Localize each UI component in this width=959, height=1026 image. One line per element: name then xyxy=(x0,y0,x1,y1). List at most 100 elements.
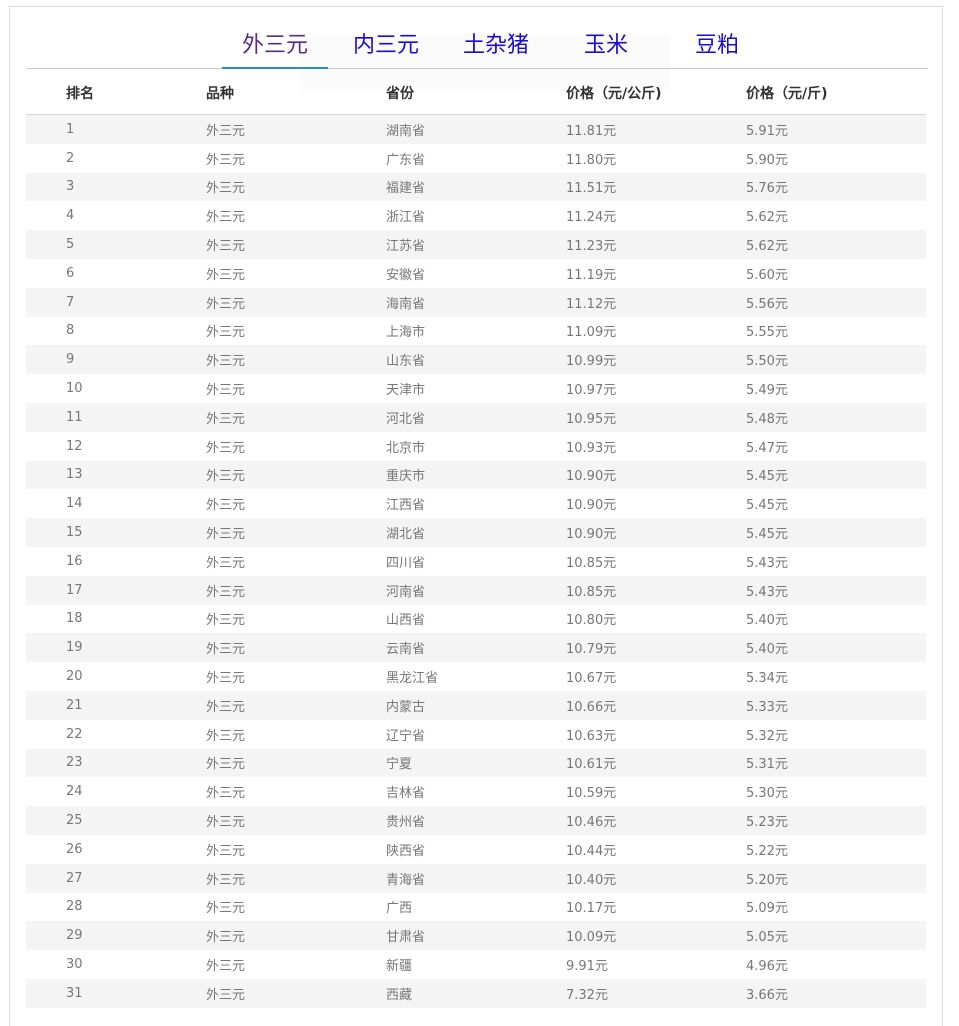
cell-province: 宁夏 xyxy=(386,757,413,773)
tab-wai-san-yuan[interactable]: 外三元 xyxy=(221,28,329,69)
cell-rank: 17 xyxy=(66,582,83,598)
cell-price-kg: 11.80元 xyxy=(566,152,617,168)
table-row: 19 外三元 云南省 10.79元 5.40元 xyxy=(26,633,926,663)
variety-tabs: 外三元 内三元 土杂猪 玉米 豆粕 xyxy=(26,28,928,69)
cell-price-jin: 5.23元 xyxy=(746,815,788,831)
cell-price-kg: 10.66元 xyxy=(566,699,617,715)
cell-price-kg: 10.63元 xyxy=(566,728,617,744)
table-row: 28 外三元 广西 10.17元 5.09元 xyxy=(26,893,926,922)
cell-rank: 23 xyxy=(66,755,83,771)
table-row: 10 外三元 天津市 10.97元 5.49元 xyxy=(26,374,926,403)
cell-variety: 外三元 xyxy=(206,642,246,658)
table-header-row: 排名 品种 省份 价格（元/公斤) 价格（元/斤) xyxy=(26,72,926,115)
cell-price-jin: 5.50元 xyxy=(746,354,788,370)
cell-price-kg: 10.90元 xyxy=(566,527,617,543)
cell-rank: 12 xyxy=(66,438,83,454)
cell-price-jin: 5.09元 xyxy=(746,901,788,917)
cell-province: 西藏 xyxy=(386,987,413,1003)
cell-variety: 外三元 xyxy=(206,987,246,1003)
cell-price-jin: 5.62元 xyxy=(746,239,788,255)
cell-price-jin: 5.55元 xyxy=(746,325,788,341)
cell-province: 甘肃省 xyxy=(386,930,426,946)
cell-variety: 外三元 xyxy=(206,786,246,802)
table-row: 4 外三元 浙江省 11.24元 5.62元 xyxy=(26,201,926,230)
cell-variety: 外三元 xyxy=(206,498,246,514)
table-row: 7 外三元 海南省 11.12元 5.56元 xyxy=(26,287,926,317)
table-row: 20 外三元 黑龙江省 10.67元 5.34元 xyxy=(26,662,926,691)
cell-rank: 13 xyxy=(66,467,83,483)
cell-province: 黑龙江省 xyxy=(386,671,439,687)
cell-price-jin: 5.30元 xyxy=(746,786,788,802)
cell-rank: 18 xyxy=(66,611,83,627)
table-row: 16 外三元 四川省 10.85元 5.43元 xyxy=(26,547,926,576)
cell-rank: 19 xyxy=(66,640,83,656)
cell-rank: 25 xyxy=(66,813,83,829)
cell-price-kg: 10.85元 xyxy=(566,584,617,600)
cell-variety: 外三元 xyxy=(206,296,246,312)
cell-province: 吉林省 xyxy=(386,786,426,802)
cell-price-jin: 5.34元 xyxy=(746,671,788,687)
cell-province: 辽宁省 xyxy=(386,728,426,744)
cell-price-kg: 10.61元 xyxy=(566,757,617,773)
cell-province: 湖北省 xyxy=(386,527,426,543)
cell-province: 湖南省 xyxy=(386,123,426,139)
cell-variety: 外三元 xyxy=(206,267,246,283)
cell-province: 福建省 xyxy=(386,181,426,197)
table-row: 29 外三元 甘肃省 10.09元 5.05元 xyxy=(26,921,926,951)
table-row: 5 外三元 江苏省 11.23元 5.62元 xyxy=(26,230,926,259)
cell-province: 山东省 xyxy=(386,354,426,370)
cell-province: 贵州省 xyxy=(386,815,426,831)
cell-rank: 4 xyxy=(66,208,75,224)
cell-rank: 7 xyxy=(66,294,75,310)
table-row: 27 外三元 青海省 10.40元 5.20元 xyxy=(26,863,926,893)
cell-price-jin: 5.49元 xyxy=(746,383,788,399)
cell-province: 江苏省 xyxy=(386,239,426,255)
cell-rank: 30 xyxy=(66,957,83,972)
cell-price-jin: 5.76元 xyxy=(746,181,788,197)
cell-variety: 外三元 xyxy=(206,123,246,139)
cell-province: 安徽省 xyxy=(386,267,426,283)
cell-variety: 外三元 xyxy=(206,325,246,341)
cell-price-jin: 5.05元 xyxy=(746,930,788,946)
cell-price-jin: 5.43元 xyxy=(746,584,788,600)
header-variety: 品种 xyxy=(206,72,386,115)
cell-price-jin: 5.45元 xyxy=(746,527,788,543)
cell-price-jin: 5.47元 xyxy=(746,440,788,456)
tab-tu-za-zhu[interactable]: 土杂猪 xyxy=(463,28,529,68)
tab-soybean-meal[interactable]: 豆粕 xyxy=(695,28,739,68)
cell-province: 山西省 xyxy=(386,613,426,629)
table-row: 11 外三元 河北省 10.95元 5.48元 xyxy=(26,402,926,432)
cell-variety: 外三元 xyxy=(206,901,246,917)
table-row: 18 外三元 山西省 10.80元 5.40元 xyxy=(26,605,926,634)
cell-price-kg: 11.09元 xyxy=(566,325,617,341)
cell-province: 江西省 xyxy=(386,498,426,514)
cell-variety: 外三元 xyxy=(206,152,246,168)
cell-rank: 20 xyxy=(66,669,83,685)
cell-variety: 外三元 xyxy=(206,440,246,456)
cell-rank: 14 xyxy=(66,496,83,512)
cell-price-kg: 10.17元 xyxy=(566,901,617,917)
cell-price-kg: 10.44元 xyxy=(566,843,617,859)
table-row: 14 外三元 江西省 10.90元 5.45元 xyxy=(26,489,926,518)
cell-price-kg: 10.59元 xyxy=(566,786,617,802)
cell-rank: 29 xyxy=(66,928,83,944)
header-rank: 排名 xyxy=(26,72,206,115)
table-row: 23 外三元 宁夏 10.61元 5.31元 xyxy=(26,748,926,778)
cell-variety: 外三元 xyxy=(206,728,246,744)
cell-price-jin: 5.62元 xyxy=(746,210,788,226)
cell-price-kg: 10.97元 xyxy=(566,383,617,399)
table-row: 12 外三元 北京市 10.93元 5.47元 xyxy=(26,432,926,461)
cell-rank: 16 xyxy=(66,553,83,569)
tab-nei-san-yuan[interactable]: 内三元 xyxy=(353,28,419,68)
cell-rank: 27 xyxy=(66,870,83,886)
cell-price-kg: 7.32元 xyxy=(566,987,608,1003)
tab-corn[interactable]: 玉米 xyxy=(584,28,628,68)
table-body: 1 外三元 湖南省 11.81元 5.91元 2 外三元 广东省 11.80元 5.90元 3 外三元… xyxy=(26,114,926,1008)
cell-variety: 外三元 xyxy=(206,181,246,197)
cell-price-kg: 9.91元 xyxy=(566,959,608,974)
cell-province: 青海省 xyxy=(386,872,426,888)
cell-rank: 2 xyxy=(66,150,75,166)
cell-price-jin: 5.45元 xyxy=(746,498,788,514)
cell-province: 广东省 xyxy=(386,152,426,168)
cell-price-jin: 5.60元 xyxy=(746,267,788,283)
